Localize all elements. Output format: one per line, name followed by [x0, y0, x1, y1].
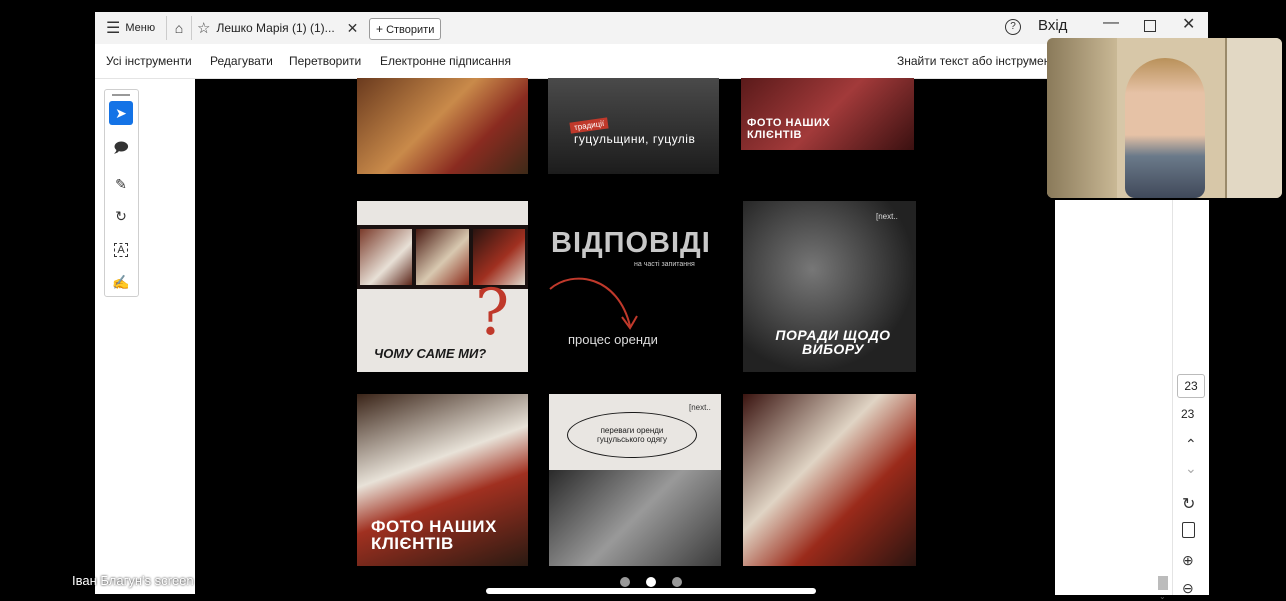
caption-hutsuls: гуцульщини, гуцулів: [574, 132, 696, 146]
total-pages: 23: [1181, 407, 1195, 421]
clothing-photo-1: [360, 229, 412, 285]
home-button[interactable]: ⌂: [166, 16, 192, 40]
caption-selection-tips: Поради щодо вибору: [775, 327, 891, 357]
cursor-icon: ➤: [115, 104, 127, 121]
close-tab-icon[interactable]: ✕: [347, 20, 359, 37]
page-options-icon[interactable]: [1182, 522, 1195, 538]
create-label: Створити: [386, 24, 435, 36]
red-arrow: [549, 277, 638, 330]
home-icon: ⌂: [174, 20, 184, 36]
benefits-photo: [549, 470, 721, 566]
webcam-cabinet: [1225, 38, 1282, 198]
signature-icon: ✍: [112, 273, 130, 290]
question-mark-icon: ?: [475, 276, 510, 350]
post-why-us: ? Чому саме ми?: [357, 201, 528, 372]
plus-icon: +: [376, 22, 384, 36]
scrollbar-thumb[interactable]: [1158, 576, 1168, 590]
select-tool[interactable]: ➤: [109, 101, 133, 125]
sign-tool[interactable]: ✍: [109, 270, 133, 294]
next-label-2: [next..: [689, 403, 711, 412]
prev-page-icon[interactable]: ⌃: [1185, 436, 1197, 453]
answers-title: ВІДПОВІДІ: [551, 227, 711, 259]
post-girl-costume: [743, 394, 916, 566]
zoom-out-icon[interactable]: ⊖: [1182, 580, 1194, 597]
menu-button[interactable]: ☰ Меню: [106, 19, 155, 37]
benefits-oval: переваги оренди гуцульського одягу: [567, 412, 697, 458]
benefits-text: переваги оренди гуцульського одягу: [597, 426, 667, 444]
carousel-dot-2[interactable]: [646, 577, 656, 587]
close-window-icon[interactable]: ✕: [1182, 14, 1195, 34]
post-hutsul-traditions: традиції гуцульщини, гуцулів: [548, 78, 719, 174]
minimize-icon[interactable]: —: [1103, 14, 1119, 32]
answers-subtitle: на часті запитання: [634, 261, 695, 268]
rotate-icon[interactable]: ↻: [1182, 494, 1195, 514]
scrollbar-track[interactable]: [1156, 205, 1170, 595]
comment-icon: 🗩: [113, 139, 129, 155]
caption-client-photos-2: Фото наших клієнтів: [371, 517, 497, 553]
webcam-person: [1125, 58, 1205, 198]
text-box-icon: A: [114, 243, 128, 257]
text-box-tool[interactable]: A: [109, 238, 133, 262]
tab-title: Лешко Марія (1) (1)...: [216, 21, 335, 35]
login-button[interactable]: Вхід: [1038, 17, 1067, 34]
next-page-icon[interactable]: ⌄: [1185, 460, 1197, 477]
home-indicator-bar: [486, 588, 816, 594]
carousel-dot-1[interactable]: [620, 577, 630, 587]
post-answers: ВІДПОВІДІ на часті запитання процес орен…: [548, 201, 719, 372]
help-icon[interactable]: ?: [1005, 19, 1021, 35]
process-label: процес оренди: [568, 332, 658, 347]
comment-tool[interactable]: 🗩: [109, 137, 133, 161]
post-family-photo: [357, 78, 528, 174]
right-panel: [1055, 200, 1172, 595]
tool-column: ➤ 🗩 ✎ ↻ A ✍: [104, 89, 139, 297]
toolbar-item-esign[interactable]: Електронне підписання: [380, 54, 511, 68]
carousel-dot-3[interactable]: [672, 577, 682, 587]
post-client-photos-2: Фото наших клієнтів: [357, 394, 528, 566]
page-number-input[interactable]: 23: [1177, 374, 1205, 398]
screen-share-label: Іван Благун's screen: [72, 573, 194, 588]
post-selection-tips: [next.. Поради щодо вибору: [743, 201, 916, 372]
menu-label: Меню: [125, 22, 156, 34]
create-button[interactable]: + Створити: [369, 18, 442, 40]
scroll-down-icon[interactable]: ⌄: [1159, 592, 1166, 601]
caption-why-us: Чому саме ми?: [374, 346, 487, 361]
clothing-photo-2: [416, 229, 469, 285]
toolbar-item-edit[interactable]: Редагувати: [210, 54, 273, 68]
pen-icon: ✎: [115, 175, 127, 192]
caption-client-photos-1: Фото наших клієнтів: [747, 117, 831, 141]
post-client-photos-1: Фото наших клієнтів: [741, 78, 914, 150]
document-tab[interactable]: ☆ Лешко Марія (1) (1)... ✕: [197, 15, 362, 41]
hamburger-icon: ☰: [106, 20, 121, 37]
find-tool-search[interactable]: Знайти текст або інструмент: [897, 54, 1047, 68]
draw-tool[interactable]: ↻: [109, 204, 133, 228]
post-rental-benefits: [next.. переваги оренди гуцульського одя…: [549, 394, 721, 566]
webcam-shelf: [1047, 38, 1117, 198]
zoom-in-icon[interactable]: ⊕: [1182, 552, 1194, 569]
toolbar-item-convert[interactable]: Перетворити: [289, 54, 361, 68]
next-label-1: [next..: [876, 212, 898, 221]
restore-icon[interactable]: [1144, 20, 1156, 32]
webcam-video: [1047, 38, 1282, 198]
highlight-tool[interactable]: ✎: [109, 172, 133, 196]
star-icon[interactable]: ☆: [197, 19, 210, 37]
lasso-icon: ↻: [115, 207, 127, 224]
toolbar-item-all-tools[interactable]: Усі інструменти: [106, 54, 192, 68]
